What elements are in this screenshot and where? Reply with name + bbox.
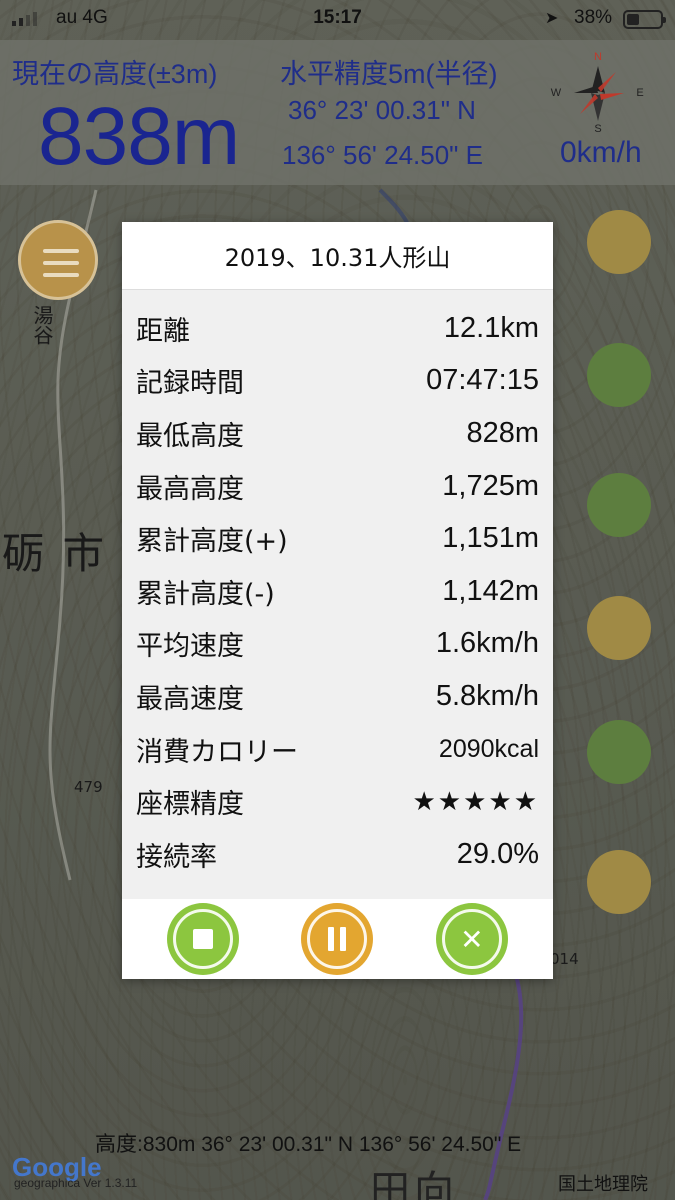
row-label: 記録時間 bbox=[136, 368, 244, 400]
log-button[interactable] bbox=[587, 850, 651, 914]
row-value: 828m bbox=[466, 416, 539, 449]
row-value: 2090kcal bbox=[438, 734, 539, 763]
close-icon: ✕ bbox=[460, 922, 484, 956]
dialog-title: 2019、10.31人形山 bbox=[122, 222, 553, 290]
row-label: 最低高度 bbox=[136, 420, 244, 452]
svg-text:S: S bbox=[594, 123, 601, 135]
summary-row-connection: 接続率 29.0% bbox=[136, 828, 539, 881]
row-label: 距離 bbox=[136, 315, 190, 347]
layer-button[interactable] bbox=[587, 210, 651, 274]
row-label: 最高速度 bbox=[136, 683, 244, 715]
battery-icon bbox=[623, 10, 666, 29]
compass-icon[interactable]: N S E W bbox=[548, 46, 648, 136]
row-value: 1,142m bbox=[442, 574, 539, 607]
svg-text:W: W bbox=[551, 87, 562, 99]
track-summary-dialog: 2019、10.31人形山 距離 12.1km 記録時間 07:47:15 最低… bbox=[122, 222, 553, 979]
row-label: 座標精度 bbox=[136, 789, 244, 821]
speed-value: 0km/h bbox=[560, 136, 642, 169]
version-label: geographica Ver 1.3.11 bbox=[14, 1176, 138, 1190]
svg-text:E: E bbox=[636, 87, 643, 99]
row-label: 消費カロリー bbox=[136, 736, 298, 768]
row-value: 1.6km/h bbox=[435, 627, 539, 660]
summary-row-distance: 距離 12.1km bbox=[136, 302, 539, 355]
row-value: 1,151m bbox=[442, 522, 539, 555]
summary-list: 距離 12.1km 記録時間 07:47:15 最低高度 828m 最高高度 1… bbox=[122, 290, 553, 881]
summary-row-max-altitude: 最高高度 1,725m bbox=[136, 460, 539, 513]
summary-row-max-speed: 最高速度 5.8km/h bbox=[136, 670, 539, 723]
label-button[interactable] bbox=[587, 720, 651, 784]
target-button[interactable] bbox=[587, 473, 651, 537]
row-label: 累計高度(+) bbox=[136, 526, 288, 558]
gsi-attribution: 国土地理院 bbox=[558, 1174, 648, 1195]
row-label: 最高高度 bbox=[136, 473, 244, 505]
menu-button[interactable] bbox=[18, 220, 98, 300]
row-value: 07:47:15 bbox=[426, 364, 539, 397]
row-label: 平均速度 bbox=[136, 631, 244, 663]
row-value: 5.8km/h bbox=[435, 679, 539, 712]
info-header: 現在の高度(±3m) 838m 水平精度5m(半径) 36° 23' 00.31… bbox=[0, 40, 675, 185]
pause-button[interactable] bbox=[303, 905, 372, 973]
svg-text:N: N bbox=[594, 51, 602, 63]
summary-row-accuracy: 座標精度 ★★★★★ bbox=[136, 775, 539, 828]
summary-row-calories: 消費カロリー 2090kcal bbox=[136, 723, 539, 776]
altitude-value: 838m bbox=[38, 91, 240, 182]
row-label: 累計高度(-) bbox=[136, 578, 275, 610]
summary-row-duration: 記録時間 07:47:15 bbox=[136, 355, 539, 408]
location-arrow-icon: ➤ bbox=[545, 10, 559, 27]
row-label: 接続率 bbox=[136, 841, 217, 873]
stop-button[interactable] bbox=[169, 905, 238, 973]
row-value: 29.0% bbox=[456, 837, 539, 870]
pin-button[interactable] bbox=[587, 596, 651, 660]
row-value: 1,725m bbox=[442, 469, 539, 502]
footer-coordinates: 高度:830m 36° 23' 00.31" N 136° 56' 24.50"… bbox=[95, 1133, 522, 1156]
longitude-value: 136° 56' 24.50" E bbox=[282, 140, 483, 170]
row-value: 12.1km bbox=[443, 311, 539, 344]
pause-icon bbox=[328, 927, 347, 951]
close-button[interactable]: ✕ bbox=[437, 905, 506, 973]
latitude-value: 36° 23' 00.31" N bbox=[288, 95, 476, 125]
dialog-actions: ✕ bbox=[122, 899, 553, 979]
summary-row-ascent: 累計高度(+) 1,151m bbox=[136, 512, 539, 565]
altitude-label: 現在の高度(±3m) bbox=[12, 59, 218, 89]
stop-icon bbox=[193, 929, 214, 949]
accuracy-label: 水平精度5m(半径) bbox=[280, 59, 498, 89]
summary-row-min-altitude: 最低高度 828m bbox=[136, 407, 539, 460]
navigate-button[interactable] bbox=[587, 343, 651, 407]
star-rating: ★★★★★ bbox=[412, 786, 539, 817]
summary-row-descent: 累計高度(-) 1,142m bbox=[136, 565, 539, 618]
status-bar: au 4G 15:17 ➤ 38% bbox=[0, 0, 675, 40]
battery-percent: 38% bbox=[574, 7, 613, 28]
summary-row-avg-speed: 平均速度 1.6km/h bbox=[136, 618, 539, 671]
